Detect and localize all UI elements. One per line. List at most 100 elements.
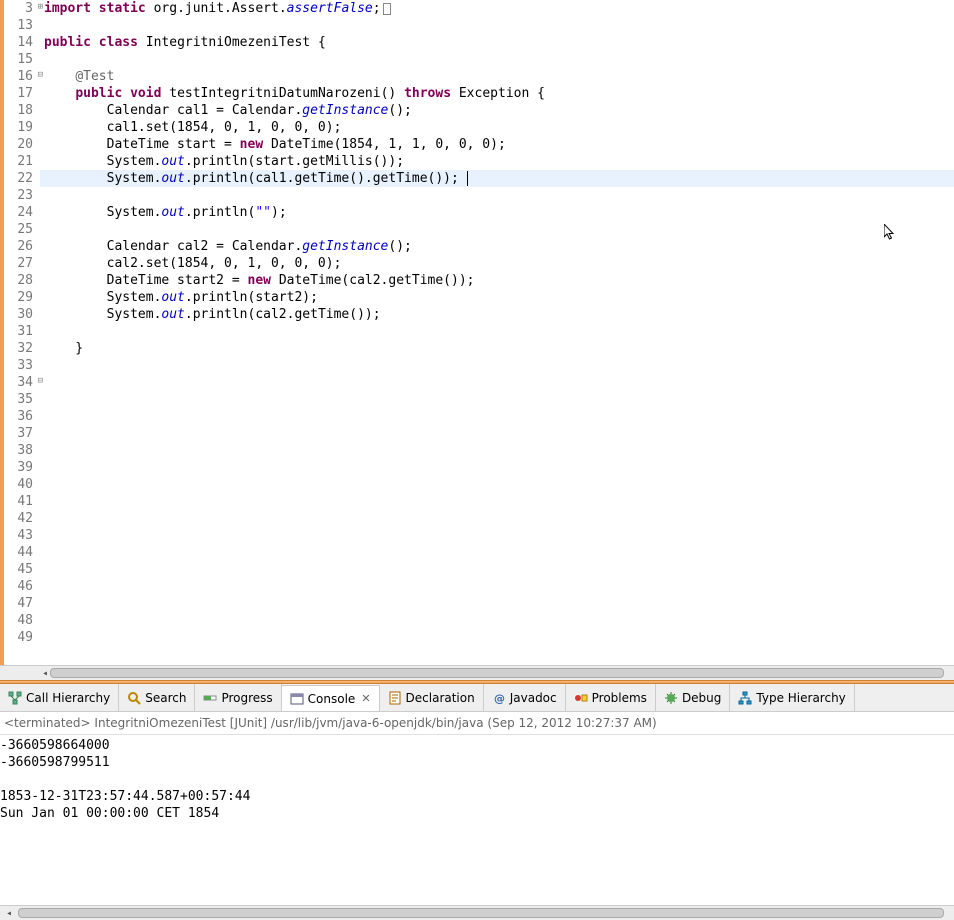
tab-javadoc[interactable]: @ Javadoc — [484, 684, 566, 711]
code-line[interactable] — [40, 17, 954, 34]
code-line[interactable]: DateTime start = new DateTime(1854, 1, 1… — [40, 136, 954, 153]
line-number: 28 — [4, 272, 33, 289]
tab-label: Call Hierarchy — [26, 691, 110, 705]
call-hierarchy-icon — [8, 691, 22, 705]
close-icon[interactable]: ✕ — [361, 692, 370, 705]
code-line[interactable] — [40, 51, 954, 68]
line-number-gutter: 3⊞13141516⊟17181920212223242526272829303… — [4, 0, 40, 665]
scrollbar-thumb[interactable] — [50, 668, 944, 678]
line-number: 26 — [4, 238, 33, 255]
collapsed-region-icon[interactable] — [383, 3, 391, 15]
line-number: 23 — [4, 187, 33, 204]
code-line[interactable] — [40, 323, 954, 340]
tab-label: Type Hierarchy — [756, 691, 845, 705]
line-number: 37 — [4, 425, 33, 442]
code-line[interactable]: System.out.println(cal2.getTime()); — [40, 306, 954, 323]
code-line[interactable] — [40, 476, 954, 493]
code-line[interactable]: Calendar cal2 = Calendar.getInstance(); — [40, 238, 954, 255]
line-number: 35 — [4, 391, 33, 408]
code-line[interactable] — [40, 374, 954, 391]
tab-debug[interactable]: Debug — [656, 684, 730, 711]
editor-horizontal-scrollbar[interactable]: ◂ — [0, 665, 954, 680]
line-number: 44 — [4, 544, 33, 561]
tab-type-hierarchy[interactable]: Type Hierarchy — [730, 684, 854, 711]
line-number: 17 — [4, 85, 33, 102]
code-line[interactable]: Calendar cal1 = Calendar.getInstance(); — [40, 102, 954, 119]
search-icon — [127, 691, 141, 705]
progress-icon — [203, 691, 217, 705]
debug-icon — [664, 691, 678, 705]
line-number: 25 — [4, 221, 33, 238]
code-line[interactable]: cal2.set(1854, 0, 1, 0, 0, 0); — [40, 255, 954, 272]
tab-progress[interactable]: Progress — [195, 684, 281, 711]
code-line[interactable] — [40, 595, 954, 612]
declaration-icon — [388, 691, 402, 705]
console-output[interactable]: -3660598664000 -3660598799511 1853-12-31… — [0, 735, 954, 905]
line-number: 18 — [4, 102, 33, 119]
code-line[interactable] — [40, 629, 954, 646]
tab-label: Debug — [682, 691, 721, 705]
code-line[interactable]: System.out.println(cal1.getTime().getTim… — [40, 170, 954, 187]
code-line[interactable] — [40, 357, 954, 374]
code-line[interactable] — [40, 510, 954, 527]
code-line[interactable] — [40, 187, 954, 204]
tab-declaration[interactable]: Declaration — [380, 684, 484, 711]
line-number: 30 — [4, 306, 33, 323]
tab-console[interactable]: Console ✕ — [282, 685, 380, 712]
line-number: 49 — [4, 629, 33, 646]
line-number: 45 — [4, 561, 33, 578]
tab-problems[interactable]: Problems — [566, 684, 656, 711]
code-line[interactable]: DateTime start2 = new DateTime(cal2.getT… — [40, 272, 954, 289]
line-number: 29 — [4, 289, 33, 306]
problems-icon — [574, 691, 588, 705]
code-line[interactable] — [40, 493, 954, 510]
line-number: 15 — [4, 51, 33, 68]
type-hierarchy-icon — [738, 691, 752, 705]
code-line[interactable]: System.out.println(start2); — [40, 289, 954, 306]
scroll-left-arrow[interactable]: ◂ — [2, 906, 16, 920]
text-cursor — [459, 171, 468, 186]
code-line[interactable] — [40, 561, 954, 578]
code-line[interactable]: System.out.println(""); — [40, 204, 954, 221]
code-line[interactable]: public class IntegritniOmezeniTest { — [40, 34, 954, 51]
tab-search[interactable]: Search — [119, 684, 195, 711]
console-horizontal-scrollbar[interactable]: ◂ — [0, 905, 954, 920]
line-number: 34⊟ — [4, 374, 33, 391]
line-number: 16⊟ — [4, 68, 33, 85]
line-number: 22 — [4, 170, 33, 187]
scrollbar-thumb[interactable] — [18, 908, 944, 918]
code-line[interactable] — [40, 442, 954, 459]
code-line[interactable] — [40, 527, 954, 544]
tab-label: Javadoc — [510, 691, 557, 705]
code-line[interactable] — [40, 425, 954, 442]
code-line[interactable]: public void testIntegritniDatumNarozeni(… — [40, 85, 954, 102]
line-number: 40 — [4, 476, 33, 493]
tab-label: Console — [308, 692, 356, 706]
tab-label: Problems — [592, 691, 647, 705]
code-line[interactable] — [40, 221, 954, 238]
code-content[interactable]: import static org.junit.Assert.assertFal… — [40, 0, 954, 665]
line-number: 31 — [4, 323, 33, 340]
line-number: 43 — [4, 527, 33, 544]
code-line[interactable] — [40, 578, 954, 595]
tab-label: Search — [145, 691, 186, 705]
code-line[interactable] — [40, 459, 954, 476]
console-process-header: <terminated> IntegritniOmezeniTest [JUni… — [0, 712, 954, 735]
code-line[interactable]: import static org.junit.Assert.assertFal… — [40, 0, 954, 17]
code-line[interactable] — [40, 612, 954, 629]
code-line[interactable] — [40, 408, 954, 425]
code-line[interactable] — [40, 391, 954, 408]
console-icon — [290, 692, 304, 706]
code-line[interactable]: } — [40, 340, 954, 357]
code-line[interactable]: System.out.println(start.getMillis()); — [40, 153, 954, 170]
code-editor[interactable]: 3⊞13141516⊟17181920212223242526272829303… — [0, 0, 954, 665]
javadoc-icon: @ — [492, 691, 506, 705]
code-line[interactable] — [40, 544, 954, 561]
tab-call-hierarchy[interactable]: Call Hierarchy — [0, 684, 119, 711]
line-number: 42 — [4, 510, 33, 527]
svg-text:@: @ — [494, 692, 505, 705]
code-line[interactable]: @Test — [40, 68, 954, 85]
code-line[interactable]: cal1.set(1854, 0, 1, 0, 0, 0); — [40, 119, 954, 136]
line-number: 19 — [4, 119, 33, 136]
line-number: 41 — [4, 493, 33, 510]
